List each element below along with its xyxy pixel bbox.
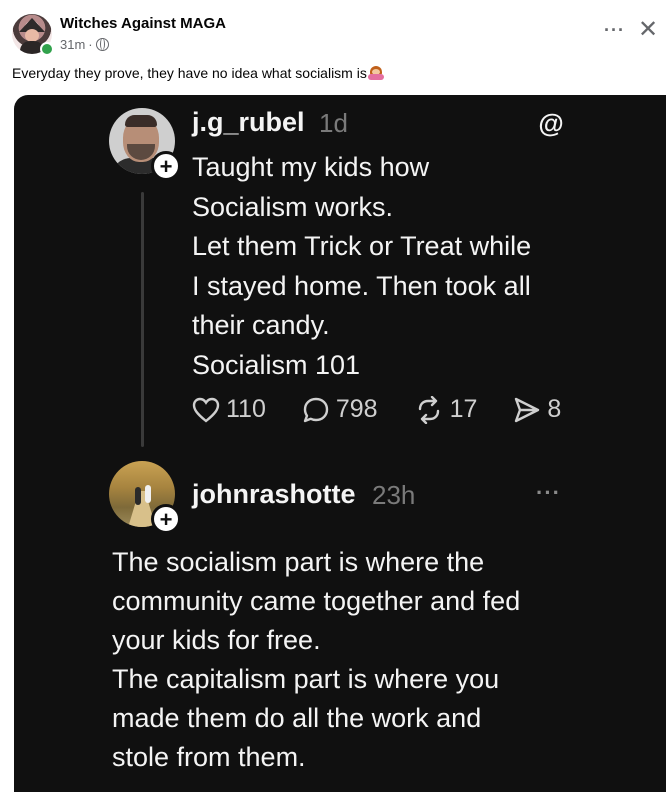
comment-count: 798 — [335, 395, 378, 423]
thread-connector-line — [141, 192, 144, 447]
original-username: j.g_rubel — [192, 107, 305, 137]
page-name[interactable]: Witches Against MAGA — [60, 15, 226, 32]
post-meta: 31m · — [60, 37, 109, 52]
repost-icon — [418, 395, 439, 424]
post-header: Witches Against MAGA 31m · ··· ✕ — [0, 0, 666, 62]
reply-time: 23h — [372, 480, 416, 510]
text-line: The socialism part is where the — [112, 547, 485, 577]
text-line: stole from them. — [112, 742, 306, 772]
text-line: I stayed home. Then took all — [192, 270, 531, 301]
original-post-text: Taught my kids how Socialism works. Let … — [192, 148, 652, 386]
heart-icon — [192, 397, 220, 423]
text-line: Socialism works. — [192, 191, 394, 222]
threads-logo-icon: @ — [538, 108, 564, 138]
text-line: made them do all the work and — [112, 703, 482, 733]
share-count: 8 — [547, 395, 562, 423]
more-options-icon[interactable]: ··· — [604, 20, 625, 41]
woman-gesturing-no-emoji-icon — [367, 66, 384, 80]
online-status-dot — [40, 42, 54, 56]
original-time: 1d — [319, 108, 348, 138]
text-line: community came together and fed — [112, 586, 521, 616]
like-action: 110 — [192, 395, 266, 424]
reply-username: johnrashotte — [192, 479, 356, 509]
post-actions: 110 798 17 8 — [192, 395, 561, 424]
comment-action: 798 — [302, 395, 378, 424]
send-icon — [515, 397, 540, 422]
close-icon[interactable]: ✕ — [638, 18, 658, 42]
repost-count: 17 — [449, 395, 478, 423]
text-line: your kids for free. — [112, 625, 321, 655]
meta-separator: · — [88, 37, 93, 52]
like-count: 110 — [226, 395, 266, 423]
text-line: their candy. — [192, 310, 330, 341]
text-line: Taught my kids how — [192, 152, 430, 182]
post-caption: Everyday they prove, they have no idea w… — [12, 65, 384, 81]
text-line: The capitalism part is where you — [112, 664, 500, 694]
post-time[interactable]: 31m — [60, 37, 85, 52]
caption-text: Everyday they prove, they have no idea w… — [12, 65, 367, 81]
globe-icon[interactable] — [95, 38, 109, 51]
embedded-threads-screenshot[interactable]: + j.g_rubel 1d @ Taught my kids how Soci… — [14, 95, 666, 792]
text-line: Let them Trick or Treat while — [192, 231, 532, 262]
repost-action: 17 — [414, 395, 478, 424]
more-options-icon: ··· — [536, 480, 561, 505]
follow-plus-icon: + — [151, 151, 181, 181]
comment-bubble-icon — [303, 397, 329, 422]
follow-plus-icon: + — [151, 504, 181, 534]
reply-text: The socialism part is where the communit… — [112, 543, 652, 777]
share-action: 8 — [513, 395, 561, 424]
text-line: Socialism 101 — [192, 349, 361, 380]
